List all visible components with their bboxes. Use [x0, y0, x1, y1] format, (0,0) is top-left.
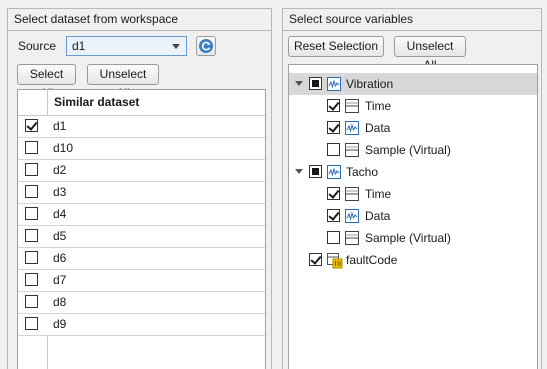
dataset-table: Similar dataset d1 d10 d2 d3 d4 d5 d6 d7 d8 d9 — [17, 89, 266, 369]
table-column-icon — [345, 143, 359, 157]
tree-label-vibration-data: Data — [365, 121, 391, 135]
scalar-icon — [327, 253, 343, 269]
table-row[interactable]: d10 — [18, 138, 265, 160]
row-checkbox[interactable] — [25, 317, 38, 330]
reset-selection-button[interactable]: Reset Selection — [288, 36, 384, 57]
tree-node-vibration-data[interactable]: Data — [289, 117, 537, 139]
tree-checkbox-vibration-sample[interactable] — [327, 143, 340, 156]
table-row[interactable]: d7 — [18, 270, 265, 292]
row-dataset-name: d9 — [53, 317, 67, 331]
source-dropdown-value: d1 — [72, 39, 86, 53]
table-column-icon — [345, 187, 359, 201]
row-dataset-name: d3 — [53, 185, 67, 199]
source-label: Source — [18, 39, 57, 53]
tree-checkbox-tacho[interactable] — [309, 165, 322, 178]
tree-label-tacho: Tacho — [346, 165, 379, 179]
tree-checkbox-faultcode[interactable] — [309, 253, 322, 266]
row-checkbox[interactable] — [25, 295, 38, 308]
refresh-icon — [199, 39, 213, 53]
tree-checkbox-vibration-data[interactable] — [327, 121, 340, 134]
dataset-panel: Select dataset from workspace Source d1 … — [7, 8, 272, 369]
variables-panel-title: Select source variables — [283, 9, 541, 31]
tree-node-vibration[interactable]: Vibration — [289, 73, 537, 95]
table-row[interactable]: d2 — [18, 160, 265, 182]
tree-label-vibration-time: Time — [365, 99, 392, 113]
row-dataset-name: d6 — [53, 251, 67, 265]
chevron-down-icon — [172, 44, 180, 49]
row-dataset-name: d5 — [53, 229, 67, 243]
expand-caret-icon[interactable] — [295, 81, 303, 86]
tree-label-faultcode: faultCode — [346, 253, 398, 267]
unselect-all-button[interactable]: Unselect All — [87, 64, 159, 100]
tree-node-tacho-time[interactable]: Time — [289, 183, 537, 205]
tree-label-vibration-sample: Sample (Virtual) — [365, 143, 451, 157]
variables-panel: Select source variables Reset Selection … — [282, 8, 542, 369]
tree-node-tacho[interactable]: Tacho — [289, 161, 537, 183]
row-checkbox[interactable] — [25, 207, 38, 220]
tree-node-faultcode[interactable]: faultCode — [289, 249, 537, 271]
row-dataset-name: d8 — [53, 295, 67, 309]
table-column-icon — [345, 99, 359, 113]
expand-caret-icon[interactable] — [295, 169, 303, 174]
source-dropdown[interactable]: d1 — [66, 36, 187, 56]
refresh-button[interactable] — [196, 36, 216, 56]
table-column-icon — [345, 231, 359, 245]
table-row[interactable]: d1 — [18, 116, 265, 138]
tree-node-tacho-sample[interactable]: Sample (Virtual) — [289, 227, 537, 249]
row-dataset-name: d2 — [53, 163, 67, 177]
table-row[interactable]: d3 — [18, 182, 265, 204]
tree-checkbox-tacho-sample[interactable] — [327, 231, 340, 244]
table-row[interactable]: d5 — [18, 226, 265, 248]
unselect-all-variables-button[interactable]: Unselect All — [394, 36, 466, 72]
tree-label-tacho-sample: Sample (Virtual) — [365, 231, 451, 245]
dataset-panel-title: Select dataset from workspace — [8, 9, 271, 31]
row-checkbox[interactable] — [25, 229, 38, 242]
signal-icon — [327, 165, 341, 179]
row-checkbox[interactable] — [25, 273, 38, 286]
table-row[interactable]: d4 — [18, 204, 265, 226]
column-header-similar-dataset: Similar dataset — [54, 95, 140, 109]
table-row[interactable]: d9 — [18, 314, 265, 336]
row-checkbox[interactable] — [25, 141, 38, 154]
tree-node-tacho-data[interactable]: Data — [289, 205, 537, 227]
tree-label-tacho-time: Time — [365, 187, 392, 201]
table-header: Similar dataset — [18, 90, 265, 116]
table-row[interactable]: d6 — [18, 248, 265, 270]
tree-label-vibration: Vibration — [346, 77, 394, 91]
table-body: d1 d10 d2 d3 d4 d5 d6 d7 d8 d9 — [18, 116, 265, 336]
row-dataset-name: d10 — [53, 141, 74, 155]
row-dataset-name: d4 — [53, 207, 67, 221]
row-checkbox[interactable] — [25, 119, 38, 132]
signal-icon — [345, 121, 359, 135]
signal-icon — [345, 209, 359, 223]
variable-tree: Vibration Time Data Sample (Virtual) Tac… — [288, 64, 538, 369]
tree-node-vibration-time[interactable]: Time — [289, 95, 537, 117]
tree-checkbox-vibration[interactable] — [309, 77, 322, 90]
tree-checkbox-tacho-time[interactable] — [327, 187, 340, 200]
tree-node-vibration-sample[interactable]: Sample (Virtual) — [289, 139, 537, 161]
signal-icon — [327, 77, 341, 91]
table-row[interactable]: d8 — [18, 292, 265, 314]
tree-checkbox-vibration-time[interactable] — [327, 99, 340, 112]
row-checkbox[interactable] — [25, 251, 38, 264]
row-checkbox[interactable] — [25, 163, 38, 176]
row-dataset-name: d7 — [53, 273, 67, 287]
select-all-button[interactable]: Select All — [17, 64, 76, 100]
tree-checkbox-tacho-data[interactable] — [327, 209, 340, 222]
row-checkbox[interactable] — [25, 185, 38, 198]
row-dataset-name: d1 — [53, 119, 67, 133]
tree-label-tacho-data: Data — [365, 209, 391, 223]
